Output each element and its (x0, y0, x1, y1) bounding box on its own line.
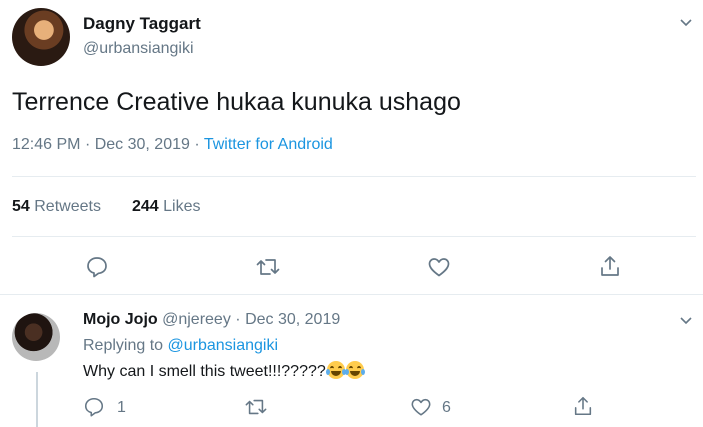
tweet-text: Terrence Creative hukaa kunuka ushago (12, 88, 461, 116)
reply-author-name[interactable]: Mojo Jojo (83, 311, 158, 328)
tears-of-joy-emoji-icon (344, 361, 365, 379)
author-name[interactable]: Dagny Taggart (83, 14, 201, 34)
reply-author-avatar[interactable] (12, 313, 60, 361)
replying-to-handle[interactable]: @urbansiangiki (168, 337, 279, 354)
reply-text-row: Why can I smell this tweet!!!????? (83, 361, 365, 381)
divider (12, 176, 696, 177)
divider (12, 236, 696, 237)
replying-to-label: Replying to (83, 337, 164, 354)
meta-separator: · (194, 136, 200, 153)
retweets-label: Retweets (34, 198, 101, 215)
likes-count: 244 (132, 198, 159, 215)
thread-line (36, 372, 38, 427)
reply-icon[interactable] (83, 396, 105, 418)
replying-to: Replying to @urbansiangiki (83, 337, 278, 355)
like-icon[interactable] (410, 396, 432, 418)
like-icon[interactable] (427, 255, 451, 279)
reply-author-handle[interactable]: @njereey (162, 311, 231, 328)
meta-separator: · (235, 311, 241, 328)
tears-of-joy-emoji-icon (325, 361, 346, 379)
reply-header: Mojo Jojo @njereey · Dec 30, 2019 (83, 311, 340, 329)
author-handle[interactable]: @urbansiangiki (83, 40, 194, 58)
reply-text: Why can I smell this tweet!!!????? (83, 363, 326, 380)
chevron-down-icon[interactable] (678, 14, 694, 30)
like-count: 6 (442, 399, 451, 416)
tweet-meta: 12:46 PM · Dec 30, 2019 · Twitter for An… (12, 136, 333, 154)
tweet-time[interactable]: 12:46 PM (12, 136, 80, 153)
tweet-source[interactable]: Twitter for Android (204, 136, 333, 153)
likes-label: Likes (163, 198, 201, 215)
retweets-count: 54 (12, 198, 30, 215)
share-icon[interactable] (598, 254, 622, 278)
retweet-icon[interactable] (244, 396, 268, 418)
chevron-down-icon[interactable] (678, 312, 694, 328)
divider (0, 294, 703, 295)
reply-icon[interactable] (85, 255, 109, 279)
retweet-icon[interactable] (255, 255, 281, 279)
share-icon[interactable] (572, 395, 594, 417)
retweets-stat[interactable]: 54 Retweets (12, 198, 101, 216)
meta-separator: · (84, 136, 91, 153)
reply-count: 1 (117, 399, 126, 416)
author-avatar[interactable] (12, 8, 70, 66)
likes-stat[interactable]: 244 Likes (132, 198, 201, 216)
reply-date[interactable]: Dec 30, 2019 (245, 311, 340, 328)
tweet-date[interactable]: Dec 30, 2019 (95, 136, 190, 153)
